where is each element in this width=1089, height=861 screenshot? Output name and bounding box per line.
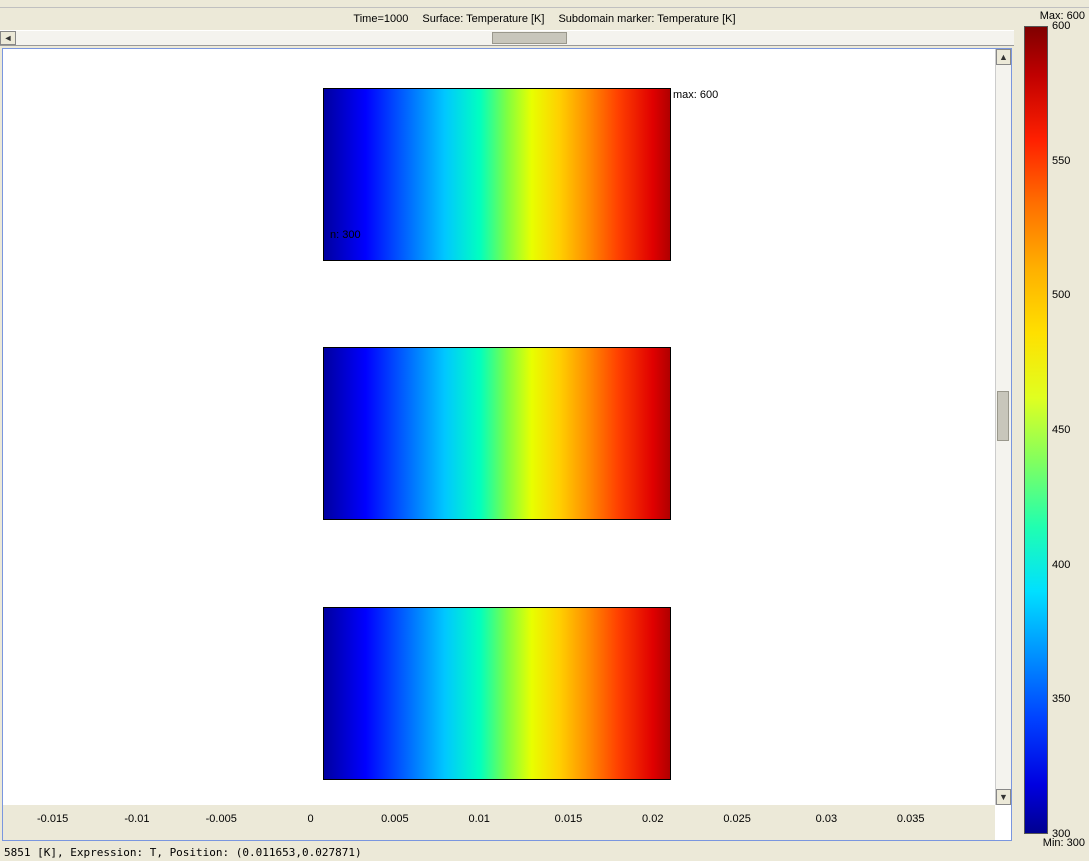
h-scroll-thumb[interactable]: [492, 32, 567, 44]
header-surface: Surface: Temperature [K]: [422, 13, 544, 25]
x-tick-label: 0.015: [555, 813, 583, 825]
min-marker-label: n: 300: [330, 229, 361, 241]
h-scroll-track[interactable]: [16, 31, 1073, 45]
x-tick-label: 0.025: [723, 813, 751, 825]
x-tick-label: 0.02: [642, 813, 663, 825]
colorbar-tick-label: 600: [1052, 20, 1070, 32]
horizontal-scrollbar[interactable]: ◄ ►: [0, 30, 1089, 46]
x-tick-label: -0.01: [124, 813, 149, 825]
scroll-up-icon[interactable]: ▲: [996, 49, 1011, 65]
colorbar-panel: Max: 600 600550500450400350300 Min: 300: [1014, 8, 1089, 853]
vertical-scrollbar[interactable]: ▲ ▼: [995, 49, 1011, 805]
x-tick-label: -0.005: [206, 813, 237, 825]
colorbar-tick-label: 550: [1052, 155, 1070, 167]
colorbar-tick-label: 350: [1052, 693, 1070, 705]
header-time: Time=1000: [353, 13, 408, 25]
x-tick-label: 0.035: [897, 813, 925, 825]
gradient-fill: [324, 608, 670, 779]
colorbar-tick-label: 400: [1052, 559, 1070, 571]
colorbar-min-label: Min: 300: [1043, 837, 1085, 849]
x-tick-label: 0.01: [468, 813, 489, 825]
x-tick-label: 0: [307, 813, 313, 825]
plot-panel: max: 600 n: 300 ▲ ▼ -0.015 -0.01 -0.005 0 0.…: [2, 48, 1012, 841]
heatmap-rect-2: [323, 347, 671, 520]
heatmap-rect-3: [323, 607, 671, 780]
x-tick-label: -0.015: [37, 813, 68, 825]
gradient-fill: [324, 89, 670, 260]
x-axis: -0.015 -0.01 -0.005 0 0.005 0.01 0.015 0.02 0.02…: [3, 805, 995, 840]
scroll-down-icon[interactable]: ▼: [996, 789, 1011, 805]
x-tick-label: 0.005: [381, 813, 409, 825]
v-scroll-thumb[interactable]: [997, 391, 1009, 441]
colorbar-gradient: [1024, 26, 1048, 834]
colorbar-tick-label: 450: [1052, 424, 1070, 436]
x-tick-label: 0.03: [816, 813, 837, 825]
plot-header: Time=1000 Surface: Temperature [K] Subdo…: [0, 8, 1089, 30]
status-text: 5851 [K], Expression: T, Position: (0.01…: [4, 846, 362, 859]
plot-region[interactable]: max: 600 n: 300: [3, 49, 995, 805]
scroll-left-icon[interactable]: ◄: [0, 31, 16, 45]
v-scroll-track[interactable]: [996, 65, 1011, 789]
header-subdomain: Subdomain marker: Temperature [K]: [558, 13, 735, 25]
colorbar-tick-label: 500: [1052, 289, 1070, 301]
max-marker-label: max: 600: [673, 89, 718, 101]
gradient-fill: [324, 348, 670, 519]
heatmap-rect-1: [323, 88, 671, 261]
toolbar-strip: [0, 0, 1089, 8]
status-bar: 5851 [K], Expression: T, Position: (0.01…: [0, 843, 1012, 861]
